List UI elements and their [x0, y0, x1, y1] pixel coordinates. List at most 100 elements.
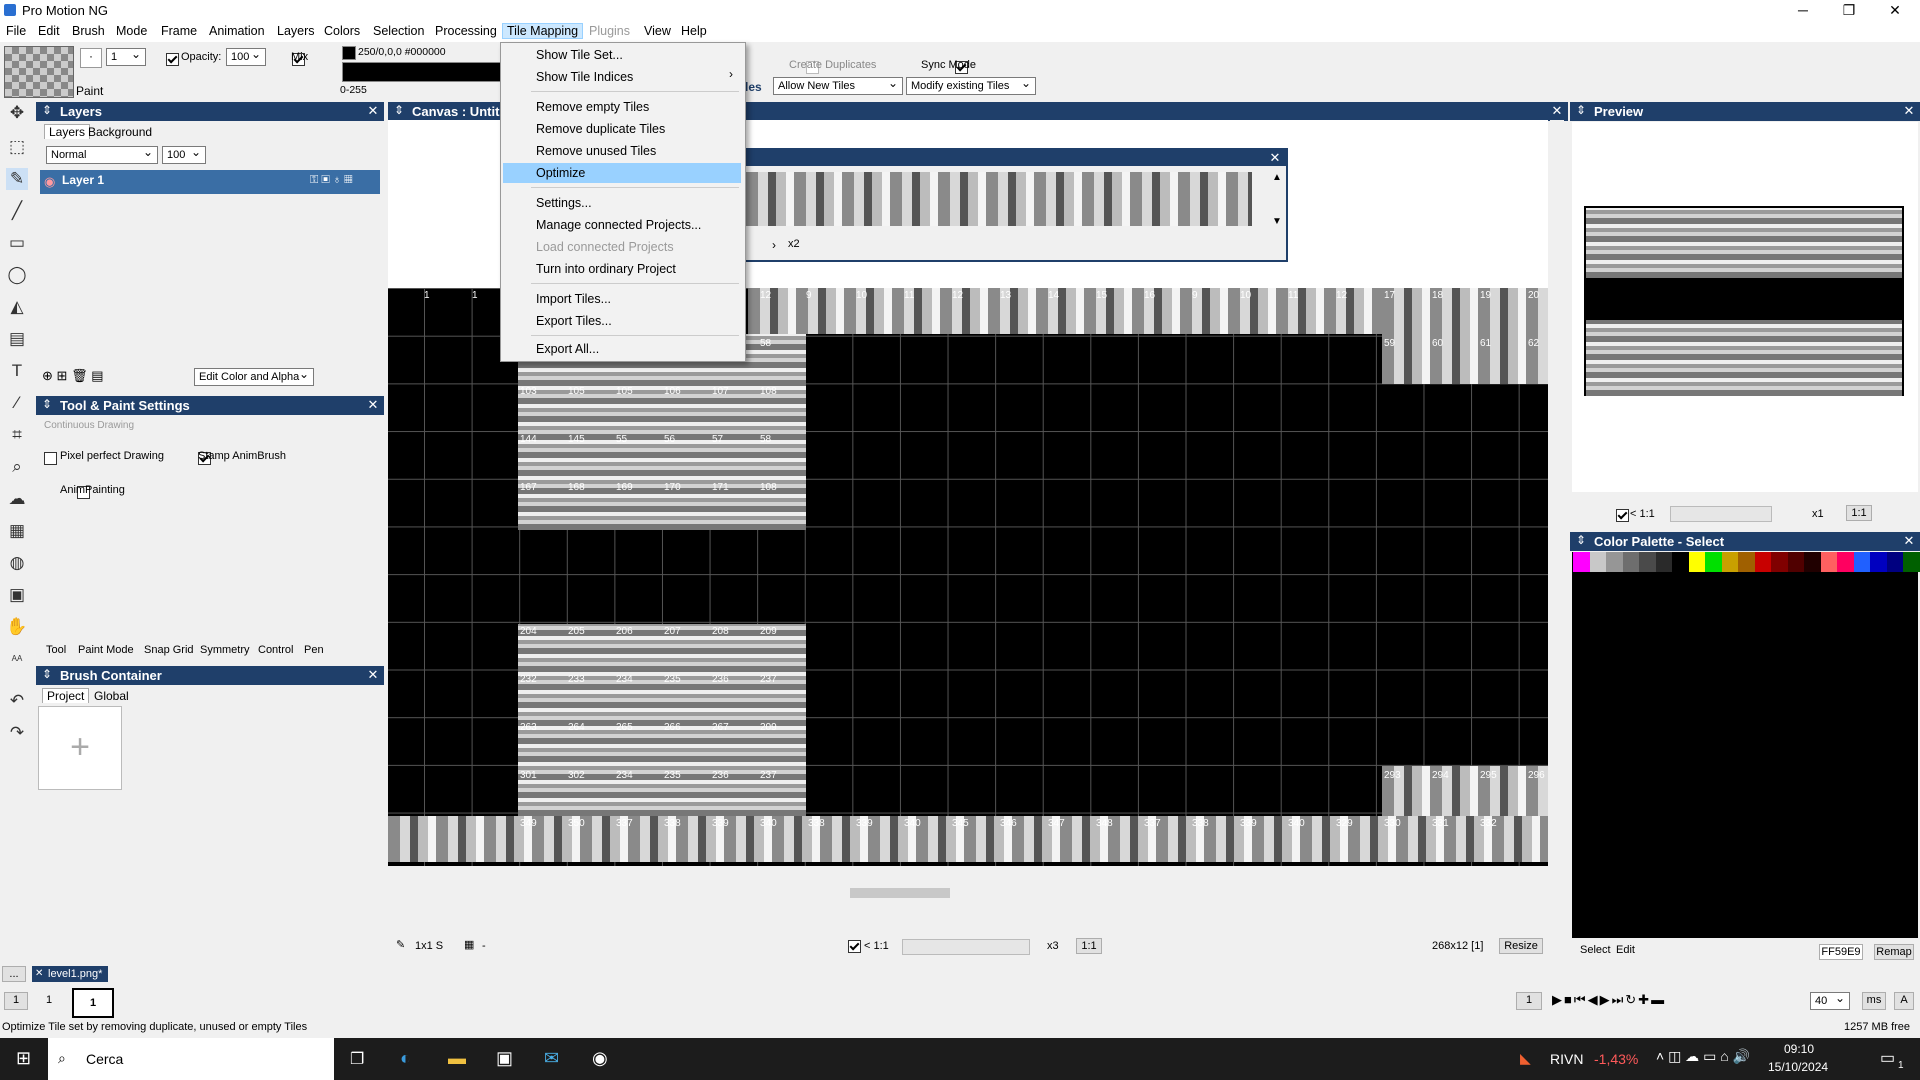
tab-snap-grid[interactable]: Snap Grid	[144, 644, 194, 656]
ellipsis-button[interactable]: ...	[2, 966, 26, 982]
close-icon[interactable]: ✕	[366, 398, 380, 412]
zoom-ratio-button[interactable]: 1:1	[1076, 938, 1102, 954]
explorer-icon[interactable]: ▬	[448, 1048, 466, 1069]
text-tool-icon[interactable]: T	[6, 360, 28, 382]
close-button[interactable]: ✕	[1872, 0, 1918, 22]
close-icon[interactable]: ✕	[1550, 104, 1564, 118]
tileset-strip[interactable]	[746, 172, 1252, 226]
delete-layer-icon[interactable]: 🗑	[71, 368, 88, 383]
scrollbar-thumb[interactable]	[850, 888, 950, 898]
menu-remove-unused-tiles[interactable]: Remove unused Tiles	[503, 141, 741, 161]
frame-thumbnail[interactable]: 1	[72, 988, 114, 1018]
canvas-vertical-scrollbar[interactable]	[1550, 120, 1564, 880]
notifications-icon[interactable]: ▭	[1880, 1048, 1895, 1068]
menu-turn-into-ordinary-project[interactable]: Turn into ordinary Project	[503, 259, 741, 279]
tab-symmetry[interactable]: Symmetry	[200, 644, 250, 656]
tab-project[interactable]: Project	[42, 688, 90, 703]
scroll-right-icon[interactable]: ›	[772, 238, 776, 252]
menu-brush[interactable]: Brush	[68, 24, 109, 38]
close-icon[interactable]: ✕	[366, 668, 380, 682]
antialias-tool-icon[interactable]: AA	[6, 648, 28, 670]
tab-paint-mode[interactable]: Paint Mode	[78, 644, 134, 656]
allow-new-tiles-select[interactable]: Allow New Tiles	[773, 75, 903, 95]
task-view-icon[interactable]: ❐	[350, 1049, 364, 1069]
rectangle-tool-icon[interactable]: ▭	[6, 232, 28, 254]
tab-control[interactable]: Control	[258, 644, 293, 656]
menu-show-tile-indices[interactable]: Show Tile Indices	[503, 67, 741, 87]
pixel-perfect-checkbox[interactable]	[44, 452, 57, 466]
move-tool-icon[interactable]: ✥	[6, 102, 28, 124]
tab-background[interactable]: Background	[84, 125, 156, 139]
lock-tool-icon[interactable]: ▣	[6, 584, 28, 606]
scroll-down-icon[interactable]: ▼	[1272, 216, 1282, 227]
hand-tool-icon[interactable]: ✋	[6, 616, 28, 638]
layer-row[interactable]: ◉ Layer 1 ⚿ ▣ ♁ ▦	[40, 170, 380, 194]
palette-grid[interactable]	[1572, 552, 1918, 938]
store-icon[interactable]: ▣	[496, 1048, 513, 1069]
menu-tile-mapping[interactable]: Tile Mapping	[502, 23, 584, 39]
menu-help[interactable]: Help	[677, 24, 711, 38]
eye-icon[interactable]: ◉	[44, 174, 55, 190]
stock-ticker[interactable]: RIVN	[1550, 1051, 1583, 1067]
windows-start-icon[interactable]: ⊞	[16, 1048, 31, 1069]
next-frame-icon[interactable]: ▶	[1600, 992, 1612, 1007]
fill-tool-icon[interactable]: ◭	[6, 296, 28, 318]
globe-tool-icon[interactable]: ◍	[6, 552, 28, 574]
menu-optimize[interactable]: Optimize	[503, 163, 741, 183]
close-icon[interactable]: ✕	[35, 966, 43, 982]
zoom-tool-icon[interactable]: ⌕	[6, 456, 28, 478]
blend-mode-select[interactable]: Normal	[46, 144, 158, 164]
palette-tab-select[interactable]: Select	[1580, 944, 1611, 956]
taskbar-search[interactable]: ⌕ Cerca	[48, 1038, 334, 1080]
tab-tool[interactable]: Tool	[46, 644, 66, 656]
color-swatch[interactable]	[342, 46, 356, 60]
speed-unit-button[interactable]: ms	[1862, 992, 1886, 1010]
preview-zoom-slider[interactable]	[1670, 506, 1772, 522]
menu-edit[interactable]: Edit	[34, 24, 64, 38]
close-icon[interactable]: ✕	[366, 104, 380, 118]
minimize-button[interactable]: ─	[1780, 0, 1826, 22]
last-frame-icon[interactable]: ⏭	[1612, 992, 1626, 1007]
document-tab[interactable]: ✕ level1.png*	[32, 966, 109, 982]
delete-frame-icon[interactable]: ▬	[1651, 992, 1666, 1007]
layer-lock-icon[interactable]: ⚿ ▣ ♁ ▦	[310, 174, 353, 187]
menu-frame[interactable]: Frame	[157, 24, 201, 38]
menu-plugins[interactable]: Plugins	[585, 24, 634, 38]
menu-remove-empty-tiles[interactable]: Remove empty Tiles	[503, 97, 741, 117]
remap-button[interactable]: Remap	[1874, 944, 1914, 960]
new-layer-icon[interactable]: ⊞	[57, 368, 68, 383]
palette-tab-edit[interactable]: Edit	[1616, 944, 1635, 956]
preview-ratio-button[interactable]: 1:1	[1846, 505, 1872, 521]
crop-tool-icon[interactable]: ⌗	[6, 424, 28, 446]
stop-icon[interactable]: ■	[1564, 992, 1574, 1007]
clock-time[interactable]: 09:10	[1784, 1042, 1814, 1056]
menu-file[interactable]: File	[2, 24, 30, 38]
menu-colors[interactable]: Colors	[320, 24, 364, 38]
frame-mode-button[interactable]: A	[1894, 992, 1914, 1010]
menu-import-tiles[interactable]: Import Tiles...	[503, 289, 741, 309]
edit-mode-select[interactable]: Edit Color and Alpha	[194, 366, 314, 386]
close-icon[interactable]: ✕	[1902, 104, 1916, 118]
gradient-tool-icon[interactable]: ▤	[6, 328, 28, 350]
add-layer-icon[interactable]: ⊕	[42, 368, 53, 383]
grid-tool-icon[interactable]: ▦	[6, 520, 28, 542]
canvas-horizontal-scrollbar[interactable]	[388, 886, 1548, 900]
menu-manage-connected-projects[interactable]: Manage connected Projects...	[503, 215, 741, 235]
undo-icon[interactable]: ↶	[6, 690, 28, 712]
copy-layer-icon[interactable]: ▤	[91, 368, 103, 383]
ellipse-tool-icon[interactable]: ◯	[6, 264, 28, 286]
loop-icon[interactable]: ↻	[1625, 992, 1638, 1007]
select-rect-tool-icon[interactable]: ⬚	[6, 136, 28, 158]
pin-icon[interactable]: ⇕	[42, 103, 52, 117]
layer-opacity-input[interactable]: 100	[162, 144, 206, 164]
brush-dot[interactable]: ·	[80, 48, 102, 68]
palette-hex-input[interactable]: FF59E9	[1819, 944, 1863, 960]
smudge-tool-icon[interactable]: ☁	[6, 488, 28, 510]
close-icon[interactable]: ✕	[1268, 151, 1282, 165]
menu-selection[interactable]: Selection	[369, 24, 428, 38]
scroll-up-icon[interactable]: ▲	[1272, 172, 1282, 183]
brush-preview[interactable]	[4, 46, 74, 98]
menu-mode[interactable]: Mode	[112, 24, 151, 38]
clock-date[interactable]: 15/10/2024	[1768, 1060, 1828, 1074]
maximize-button[interactable]: ❐	[1826, 0, 1872, 22]
